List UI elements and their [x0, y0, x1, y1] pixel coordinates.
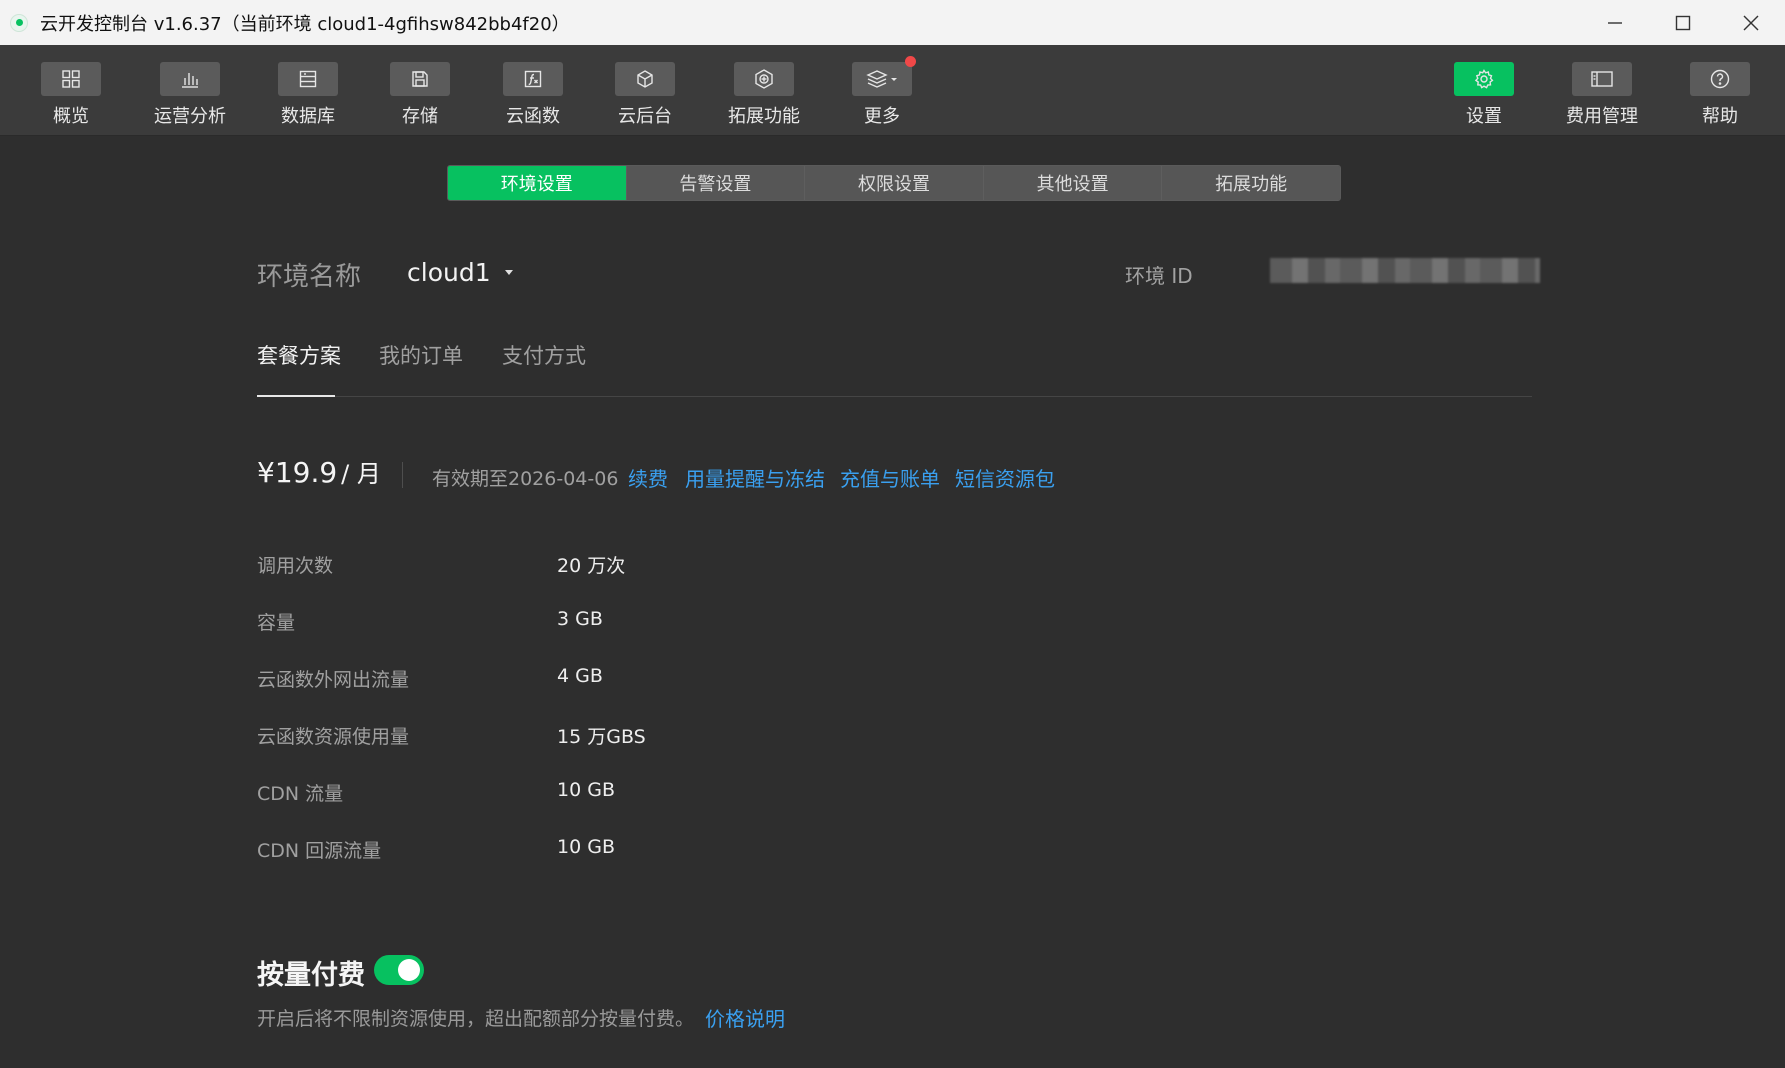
quota-value: 15 万GBS	[557, 726, 646, 748]
plan-price: ¥19.9 / 月	[257, 454, 381, 489]
sms-package-link[interactable]: 短信资源包	[955, 463, 1055, 492]
price-amount: ¥19.9	[257, 456, 338, 489]
toolbar-label: 更多	[864, 106, 900, 127]
title-bar: 云开发控制台 v1.6.37（当前环境 cloud1-4gfihsw842bb4…	[0, 0, 1785, 45]
quota-label: 调用次数	[257, 555, 334, 577]
window-title: 云开发控制台 v1.6.37（当前环境 cloud1-4gfihsw842bb4…	[40, 13, 570, 35]
renew-link[interactable]: 续费	[628, 463, 668, 492]
toolbar-help-button[interactable]: 帮助	[1670, 62, 1770, 132]
quota-value: 10 GB	[557, 836, 615, 858]
grid-icon	[62, 70, 80, 88]
quota-value: 3 GB	[557, 608, 603, 630]
quota-value: 4 GB	[557, 665, 603, 687]
env-name-value: cloud1	[407, 258, 491, 287]
maximize-button[interactable]	[1649, 0, 1717, 45]
close-button[interactable]	[1717, 0, 1785, 45]
toolbar-label: 运营分析	[154, 106, 226, 127]
price-info-link[interactable]: 价格说明	[705, 1003, 785, 1032]
active-tab-indicator	[257, 395, 335, 397]
maximize-icon	[1675, 15, 1691, 30]
toolbar-settings-button[interactable]: 设置	[1434, 62, 1534, 132]
quota-label: 云函数资源使用量	[257, 726, 410, 748]
minimize-button[interactable]	[1581, 0, 1649, 45]
database-icon	[299, 70, 317, 88]
plan-subtabs: 套餐方案 我的订单 支付方式	[257, 336, 1532, 397]
window-controls	[1581, 0, 1785, 45]
quota-label: 云函数外网出流量	[257, 669, 410, 691]
gear-icon	[1474, 69, 1494, 89]
tab-other-settings[interactable]: 其他设置	[983, 166, 1163, 200]
pay-as-you-go-title: 按量付费	[257, 960, 365, 991]
caret-down-icon	[504, 270, 513, 275]
save-icon	[412, 71, 428, 87]
toolbar-cloud-backend-button[interactable]: 云后台	[595, 62, 695, 132]
env-id-label: 环境 ID	[1125, 264, 1193, 288]
toolbar-label: 存储	[402, 106, 438, 127]
toolbar-more-button[interactable]: 更多	[832, 56, 932, 132]
price-unit: / 月	[341, 460, 381, 488]
toolbar-label: 帮助	[1702, 106, 1738, 127]
plan-expire-date: 有效期至2026-04-06	[432, 468, 619, 490]
main-toolbar: 概览 运营分析 数据库 存储 云函数 云后台 拓展功能 更多 设置 费用管理 帮…	[0, 45, 1785, 136]
bar-chart-icon	[182, 73, 198, 88]
usage-alert-link[interactable]: 用量提醒与冻结	[685, 463, 825, 492]
quota-label: CDN 流量	[257, 783, 344, 805]
tab-extension[interactable]: 拓展功能	[1162, 166, 1340, 200]
subtab-payment[interactable]: 支付方式	[502, 340, 586, 370]
layers-icon	[866, 70, 897, 88]
toolbar-label: 云函数	[506, 106, 560, 127]
close-icon	[1743, 15, 1759, 30]
env-name-label: 环境名称	[257, 262, 362, 292]
quota-label: 容量	[257, 612, 296, 634]
cube-icon	[637, 70, 653, 88]
toolbar-database-button[interactable]: 数据库	[258, 62, 358, 132]
env-id-value-blurred	[1270, 258, 1540, 283]
subtab-plan[interactable]: 套餐方案	[257, 340, 341, 370]
toolbar-cloud-function-button[interactable]: 云函数	[483, 62, 583, 132]
quota-value: 10 GB	[557, 779, 615, 801]
tab-alert-settings[interactable]: 告警设置	[626, 166, 806, 200]
pay-as-you-go-toggle[interactable]	[374, 955, 424, 985]
function-icon	[524, 70, 542, 88]
toolbar-billing-button[interactable]: 费用管理	[1552, 62, 1652, 132]
toolbar-label: 拓展功能	[728, 106, 800, 127]
toolbar-analytics-button[interactable]: 运营分析	[140, 62, 240, 132]
subtab-orders[interactable]: 我的订单	[379, 340, 463, 370]
pay-as-you-go-description: 开启后将不限制资源使用，超出配额部分按量付费。	[257, 1008, 695, 1030]
minimize-icon	[1608, 21, 1622, 24]
quota-label: CDN 回源流量	[257, 840, 382, 862]
toggle-knob	[398, 959, 420, 981]
recharge-bill-link[interactable]: 充值与账单	[840, 463, 940, 492]
divider	[402, 462, 403, 488]
toolbar-label: 云后台	[618, 106, 672, 127]
toolbar-label: 概览	[53, 106, 89, 127]
toolbar-storage-button[interactable]: 存储	[370, 62, 470, 132]
tab-permission-settings[interactable]: 权限设置	[805, 166, 984, 200]
help-icon	[1710, 69, 1730, 89]
toolbar-overview-button[interactable]: 概览	[21, 62, 121, 132]
toolbar-label: 设置	[1466, 106, 1502, 127]
toolbar-extension-button[interactable]: 拓展功能	[714, 62, 814, 132]
toolbar-label: 费用管理	[1566, 106, 1638, 127]
notification-dot	[905, 56, 916, 67]
toolbar-label: 数据库	[281, 106, 335, 127]
env-select-dropdown[interactable]: cloud1	[407, 258, 513, 287]
app-logo-icon	[10, 13, 28, 32]
extension-icon	[755, 69, 773, 89]
billing-icon	[1591, 71, 1613, 87]
quota-value: 20 万次	[557, 555, 626, 577]
settings-tabs: 环境设置 告警设置 权限设置 其他设置 拓展功能	[447, 165, 1341, 201]
tab-env-settings[interactable]: 环境设置	[448, 166, 627, 200]
